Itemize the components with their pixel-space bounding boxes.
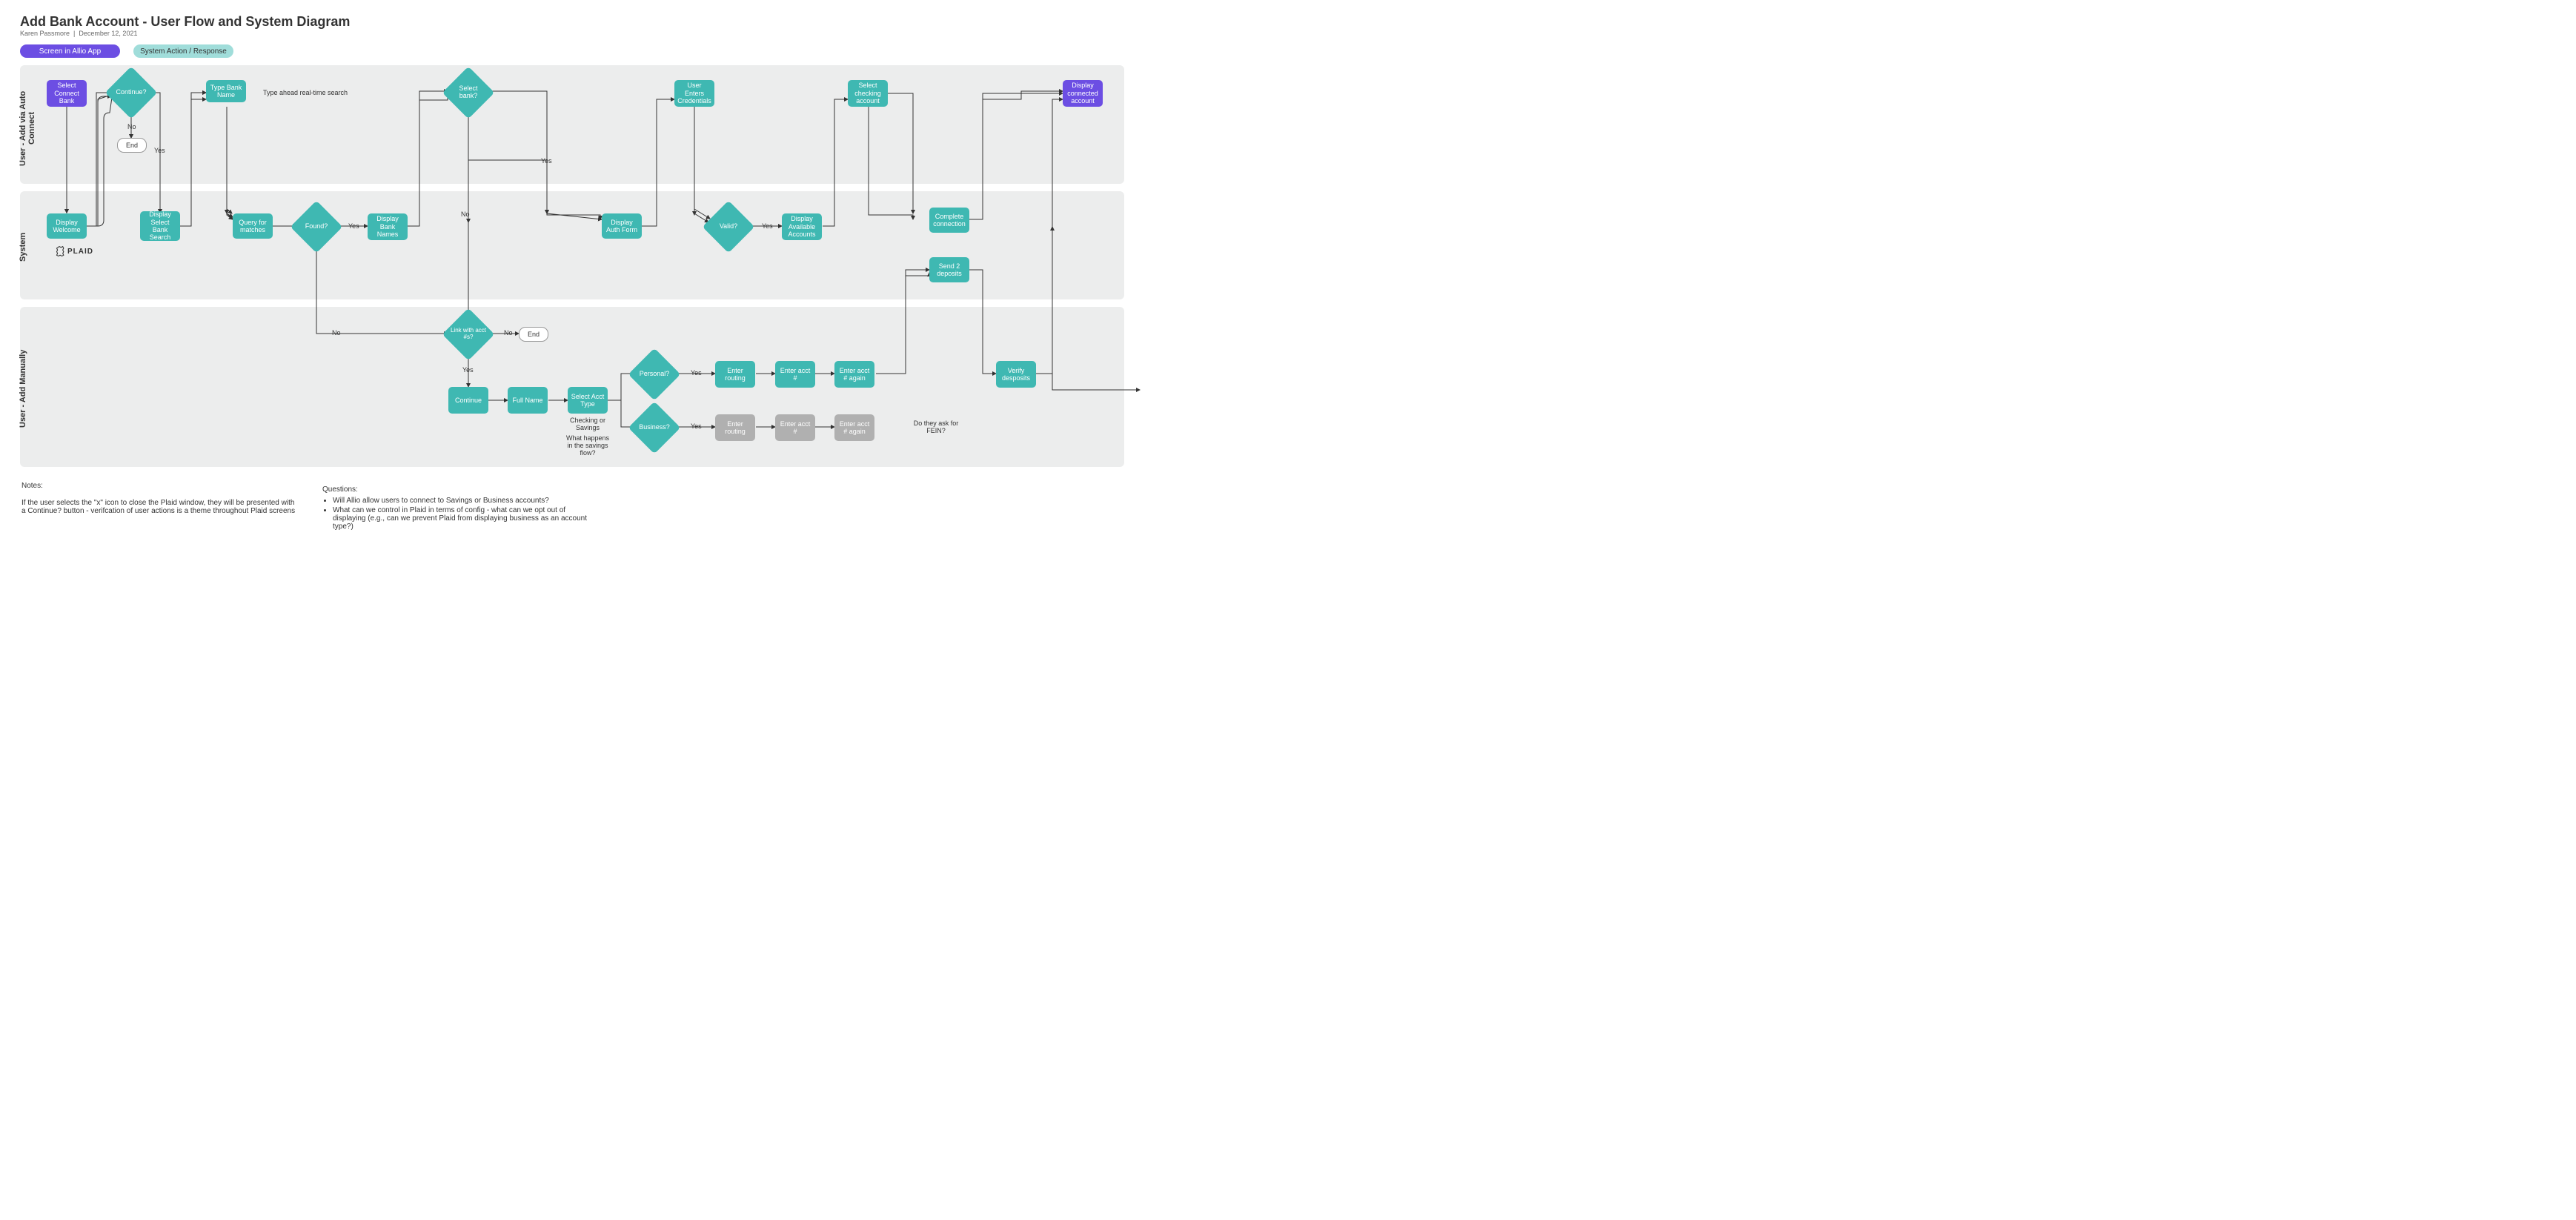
edge-yes-7: Yes — [691, 422, 702, 430]
node-end-1: End — [117, 138, 147, 153]
node-business-q: Business? — [636, 409, 673, 446]
page-title: Add Bank Account - User Flow and System … — [20, 14, 350, 30]
node-enter-routing-p: Enter routing — [715, 361, 755, 388]
node-user-enters-credentials: User Enters Credentials — [674, 80, 714, 107]
node-full-name: Full Name — [508, 387, 548, 414]
edge-yes-5: Yes — [462, 366, 474, 374]
page-subtitle: Karen Passmore | December 12, 2021 — [20, 30, 137, 37]
author: Karen Passmore — [20, 30, 70, 37]
node-enter-acct-p: Enter acct # — [775, 361, 815, 388]
node-continue: Continue — [448, 387, 488, 414]
lane-label-auto: User - Add via Auto Connect — [19, 80, 38, 176]
notes-heading: Notes: — [21, 482, 296, 490]
node-display-welcome: Display Welcome — [47, 213, 87, 239]
edge-yes-4: Yes — [762, 222, 773, 230]
questions-heading: Questions: — [322, 485, 597, 494]
note-fein: Do they ask for FEIN? — [913, 420, 959, 434]
lane-user-auto: User - Add via Auto Connect — [20, 65, 1124, 184]
plaid-logo-label: PLAID — [54, 246, 93, 256]
node-enter-acct-again-b: Enter acct # again — [834, 414, 874, 441]
node-verify-deposits: Verify desposits — [996, 361, 1036, 388]
edge-yes-2: Yes — [541, 157, 552, 165]
node-enter-routing-b: Enter routing — [715, 414, 755, 441]
diagram-canvas: Add Bank Account - User Flow and System … — [0, 0, 1149, 541]
node-select-connect-bank: Select Connect Bank — [47, 80, 87, 107]
legend-screen: Screen in Allio App — [20, 44, 120, 58]
node-send-2-deposits: Send 2 deposits — [929, 257, 969, 282]
node-type-bank-name: Type Bank Name — [206, 80, 246, 102]
notes-body: If the user selects the "x" icon to clos… — [21, 499, 296, 515]
node-query-for-matches: Query for matches — [233, 213, 273, 239]
note-savings-flow: What happens in the savings flow? — [565, 434, 610, 457]
legend: Screen in Allio App System Action / Resp… — [20, 44, 233, 58]
notes-section: Notes: If the user selects the "x" icon … — [21, 482, 296, 515]
edge-yes-3: Yes — [348, 222, 359, 230]
node-valid-q: Valid? — [710, 208, 747, 245]
lane-label-system: System — [19, 228, 38, 265]
node-display-select-bank-search: Display Select Bank Search — [140, 211, 180, 241]
note-type-ahead: Type ahead real-time search — [263, 89, 348, 96]
node-enter-acct-again-p: Enter acct # again — [834, 361, 874, 388]
edge-no-2: No — [461, 210, 470, 218]
edge-no-4: No — [504, 329, 513, 337]
node-display-auth-form: Display Auth Form — [602, 213, 642, 239]
legend-system: System Action / Response — [133, 44, 233, 58]
node-continue-q: Continue? — [113, 74, 150, 111]
node-select-checking-account: Select checking account — [848, 80, 888, 107]
question-1: Will Allio allow users to connect to Sav… — [333, 497, 597, 505]
node-display-bank-names: Display Bank Names — [368, 213, 408, 240]
edge-yes-6: Yes — [691, 369, 702, 377]
node-display-available-accounts: Display Available Accounts — [782, 213, 822, 240]
edge-no-3: No — [332, 329, 341, 337]
node-personal-q: Personal? — [636, 356, 673, 393]
questions-section: Questions: Will Allio allow users to con… — [322, 485, 597, 532]
plaid-icon — [54, 246, 64, 256]
edge-yes-1: Yes — [154, 147, 165, 154]
lane-label-manual: User - Add Manually — [19, 348, 38, 429]
node-complete-connection: Complete connection — [929, 208, 969, 233]
node-link-with-acct-q: Link with acct #s? — [450, 316, 487, 353]
node-found-q: Found? — [298, 208, 335, 245]
question-2: What can we control in Plaid in terms of… — [333, 506, 597, 531]
node-end-2: End — [519, 327, 548, 342]
edge-no-1: No — [127, 123, 136, 130]
note-checking-savings: Checking or Savings — [568, 417, 607, 431]
node-enter-acct-b: Enter acct # — [775, 414, 815, 441]
date: December 12, 2021 — [79, 30, 137, 37]
node-select-bank-q: Select bank? — [450, 74, 487, 111]
node-select-acct-type: Select Acct Type — [568, 387, 608, 414]
node-display-connected-account: Display connected account — [1063, 80, 1103, 107]
